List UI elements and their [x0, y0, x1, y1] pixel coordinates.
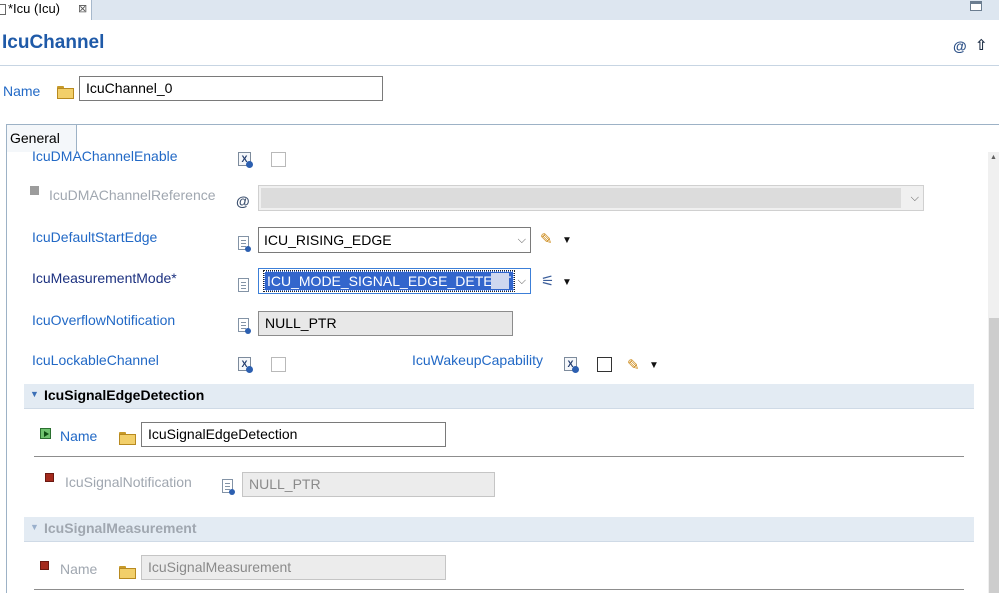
pencil-icon[interactable]: ✎ — [627, 356, 640, 374]
close-icon[interactable]: ⊠ — [78, 0, 87, 18]
header-divider — [0, 65, 999, 66]
section-title: IcuSignalMeasurement — [44, 520, 197, 536]
x-document-icon: X — [238, 152, 253, 168]
disabled-marker-icon — [30, 186, 39, 195]
folder-icon — [119, 566, 136, 579]
wakeup-capability-checkbox[interactable] — [597, 357, 612, 372]
chevron-down-icon: ⌵ — [910, 192, 919, 204]
edge-detection-name-label[interactable]: Name — [60, 428, 97, 444]
error-marker-icon — [40, 561, 49, 570]
editor-tab-icu[interactable]: *Icu (Icu) ⊠ — [0, 0, 92, 20]
scrollbar-thumb[interactable] — [989, 318, 999, 593]
lockable-channel-label[interactable]: IcuLockableChannel — [32, 352, 159, 368]
parameter-doc-icon — [222, 479, 235, 495]
parameter-doc-icon — [238, 318, 251, 334]
dma-channel-reference-label: IcuDMAChannelReference — [49, 187, 216, 203]
editor-tab-strip: *Icu (Icu) ⊠ — [0, 0, 999, 20]
folder-icon — [57, 86, 74, 99]
section-divider — [34, 589, 964, 590]
x-document-icon: X — [564, 357, 579, 373]
x-document-icon: X — [238, 357, 253, 373]
calculate-value-icon[interactable]: ⚟ — [541, 272, 554, 290]
measurement-mode-select[interactable]: ICU_MODE_SIGNAL_EDGE_DETECT ⌵ — [258, 268, 531, 294]
measurement-mode-value: ICU_MODE_SIGNAL_EDGE_DETECT — [262, 270, 516, 292]
disabled-fill — [261, 188, 901, 208]
at-sign-icon[interactable]: @ — [953, 38, 967, 54]
collapse-arrow-icon[interactable]: ▼ — [30, 389, 39, 399]
chevron-down-icon: ⌵ — [517, 275, 526, 287]
file-icon — [0, 4, 6, 15]
signal-notification-field: NULL_PTR — [242, 472, 495, 497]
signal-measurement-name-label: Name — [60, 561, 98, 577]
page-title: IcuChannel — [2, 32, 105, 53]
folder-icon — [119, 432, 136, 445]
dma-channel-enable-checkbox[interactable] — [271, 152, 286, 167]
parameter-doc-icon — [238, 278, 249, 292]
wakeup-capability-label[interactable]: IcuWakeupCapability — [412, 352, 543, 368]
overflow-notification-field[interactable]: NULL_PTR — [258, 311, 513, 336]
collapse-arrow-icon[interactable]: ▼ — [30, 522, 39, 532]
dma-channel-reference-select: ⌵ — [258, 185, 924, 211]
dropdown-arrow-icon[interactable]: ▼ — [649, 360, 659, 371]
green-status-icon — [40, 428, 51, 439]
navigate-up-icon[interactable]: ⇧ — [975, 36, 988, 54]
editor-tab-label: *Icu (Icu) — [8, 1, 61, 16]
signal-measurement-section-header[interactable]: ▼ IcuSignalMeasurement — [24, 517, 974, 542]
name-label[interactable]: Name — [3, 83, 40, 99]
section-divider — [34, 456, 964, 457]
dropdown-arrow-icon[interactable]: ▼ — [562, 235, 572, 246]
parameter-doc-icon — [238, 236, 251, 252]
section-title: IcuSignalEdgeDetection — [44, 387, 205, 403]
name-field[interactable]: IcuChannel_0 — [79, 76, 383, 101]
default-start-edge-select[interactable]: ICU_RISING_EDGE ⌵ — [258, 227, 531, 253]
overflow-notification-label[interactable]: IcuOverflowNotification — [32, 312, 175, 328]
dma-channel-enable-label[interactable]: IcuDMAChannelEnable — [32, 148, 178, 164]
scroll-up-arrow-icon[interactable]: ▲ — [990, 154, 997, 161]
error-marker-icon — [45, 473, 54, 482]
default-start-edge-label[interactable]: IcuDefaultStartEdge — [32, 229, 157, 245]
edge-detection-name-field[interactable]: IcuSignalEdgeDetection — [141, 422, 446, 447]
chevron-down-icon: ⌵ — [517, 234, 526, 246]
measurement-mode-label[interactable]: IcuMeasurementMode* — [32, 270, 177, 286]
selection-highlight — [491, 273, 509, 289]
dropdown-arrow-icon[interactable]: ▼ — [562, 277, 572, 288]
default-start-edge-value: ICU_RISING_EDGE — [264, 232, 392, 248]
lockable-channel-checkbox[interactable] — [271, 357, 286, 372]
reference-icon: @ — [236, 193, 250, 209]
maximize-icon[interactable] — [970, 1, 982, 11]
signal-edge-detection-section-header[interactable]: ▼ IcuSignalEdgeDetection — [24, 384, 974, 409]
signal-notification-label: IcuSignalNotification — [65, 474, 192, 490]
signal-measurement-name-field: IcuSignalMeasurement — [141, 555, 446, 580]
pencil-icon[interactable]: ✎ — [540, 230, 553, 248]
